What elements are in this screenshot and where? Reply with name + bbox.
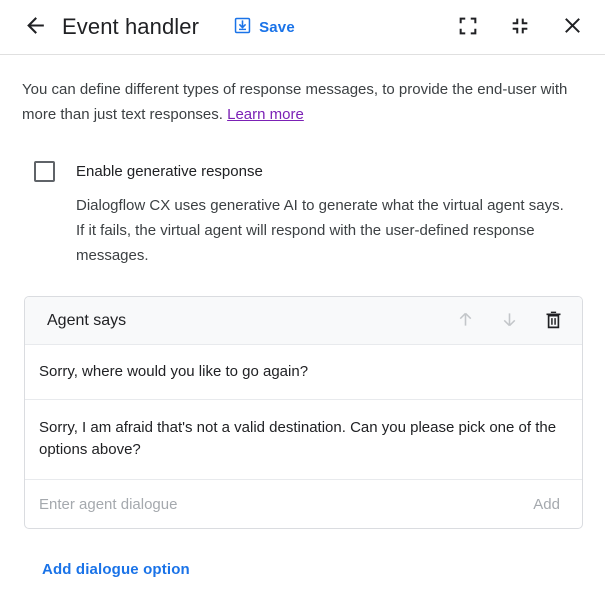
agent-dialogue-input-row: Add: [25, 480, 582, 528]
generative-response-description: Dialogflow CX uses generative AI to gene…: [76, 193, 576, 268]
agent-says-card-actions: [448, 304, 570, 338]
move-down-button[interactable]: [492, 304, 526, 338]
add-message-button[interactable]: Add: [531, 492, 562, 517]
agent-says-title: Agent says: [47, 312, 126, 330]
dialog-body: You can define different types of respon…: [0, 77, 605, 579]
collapse-fullscreen-icon: [509, 15, 531, 40]
header-actions: [451, 10, 589, 44]
move-up-button[interactable]: [448, 304, 482, 338]
dialog-header: Event handler Save: [0, 0, 605, 55]
learn-more-link[interactable]: Learn more: [227, 106, 304, 123]
save-download-icon: [233, 16, 252, 38]
agent-dialogue-input[interactable]: [39, 496, 531, 513]
close-x-icon: [561, 14, 584, 40]
move-up-icon: [455, 309, 476, 333]
back-button[interactable]: [18, 10, 52, 44]
enable-generative-response-row[interactable]: Enable generative response: [34, 161, 585, 182]
delete-trash-icon: [543, 309, 564, 333]
add-dialogue-option-link[interactable]: Add dialogue option: [42, 561, 190, 578]
agent-says-card: Agent says: [24, 296, 583, 529]
expand-fullscreen-icon: [457, 15, 479, 40]
agent-message-row[interactable]: Sorry, where would you like to go again?: [25, 345, 582, 400]
enable-generative-response-label[interactable]: Enable generative response: [76, 163, 263, 180]
save-button[interactable]: Save: [231, 12, 297, 42]
intro-paragraph: You can define different types of respon…: [22, 77, 578, 127]
fullscreen-button[interactable]: [451, 10, 485, 44]
arrow-left-icon: [23, 13, 48, 41]
agent-message-row[interactable]: Sorry, I am afraid that's not a valid de…: [25, 400, 582, 480]
agent-says-card-header: Agent says: [25, 297, 582, 345]
save-button-label: Save: [259, 19, 295, 36]
move-down-icon: [499, 309, 520, 333]
page-title: Event handler: [62, 14, 199, 40]
close-button[interactable]: [555, 10, 589, 44]
enable-generative-response-checkbox[interactable]: [34, 161, 55, 182]
delete-button[interactable]: [536, 304, 570, 338]
collapse-button[interactable]: [503, 10, 537, 44]
